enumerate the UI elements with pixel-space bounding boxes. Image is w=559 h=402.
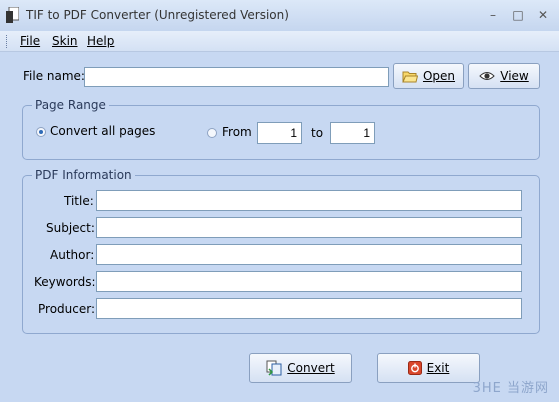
close-icon[interactable]: ✕	[536, 8, 550, 22]
eye-icon	[479, 72, 495, 80]
subject-label: Subject:	[46, 221, 95, 235]
from-radio[interactable]	[207, 128, 217, 138]
app-icon	[6, 7, 19, 23]
menu-help[interactable]: Help	[87, 34, 114, 48]
title-label: Title:	[64, 194, 94, 208]
exit-label: Exit	[426, 361, 450, 375]
exit-icon	[407, 361, 422, 375]
to-page-input[interactable]	[330, 122, 375, 144]
exit-button[interactable]: Exit	[377, 353, 480, 383]
watermark: 3HE 当游网	[472, 381, 549, 396]
convert-label: Convert	[287, 361, 335, 375]
author-field[interactable]	[96, 244, 522, 265]
keywords-field[interactable]	[96, 271, 522, 292]
menu-skin[interactable]: Skin	[52, 34, 78, 48]
title-bar: TIF to PDF Converter (Unregistered Versi…	[0, 0, 559, 31]
folder-icon	[402, 71, 418, 82]
page-range-legend: Page Range	[32, 98, 109, 112]
menu-file[interactable]: File	[20, 34, 40, 48]
file-name-label: File name:	[23, 69, 85, 83]
open-button[interactable]: Open	[393, 63, 464, 89]
author-label: Author:	[50, 248, 95, 262]
to-label: to	[311, 126, 324, 140]
subject-field[interactable]	[96, 217, 522, 238]
convert-icon	[266, 360, 282, 376]
producer-field[interactable]	[96, 298, 522, 319]
convert-all-radio[interactable]	[36, 127, 46, 137]
pdf-info-legend: PDF Information	[32, 168, 135, 182]
from-label: From	[222, 125, 252, 139]
maximize-icon[interactable]: □	[511, 8, 525, 22]
convert-button[interactable]: Convert	[249, 353, 352, 383]
title-field[interactable]	[96, 190, 522, 211]
producer-label: Producer:	[38, 302, 96, 316]
keywords-label: Keywords:	[34, 275, 96, 289]
menu-grip	[6, 35, 9, 48]
open-label: Open	[422, 69, 456, 83]
view-label: View	[500, 69, 529, 83]
menu-bar: File Skin Help	[0, 31, 559, 52]
file-name-input[interactable]	[84, 67, 389, 87]
minimize-icon[interactable]: –	[486, 8, 500, 22]
view-button[interactable]: View	[468, 63, 540, 89]
convert-all-label: Convert all pages	[50, 124, 156, 138]
from-page-input[interactable]	[257, 122, 302, 144]
window-title: TIF to PDF Converter (Unregistered Versi…	[26, 8, 289, 22]
